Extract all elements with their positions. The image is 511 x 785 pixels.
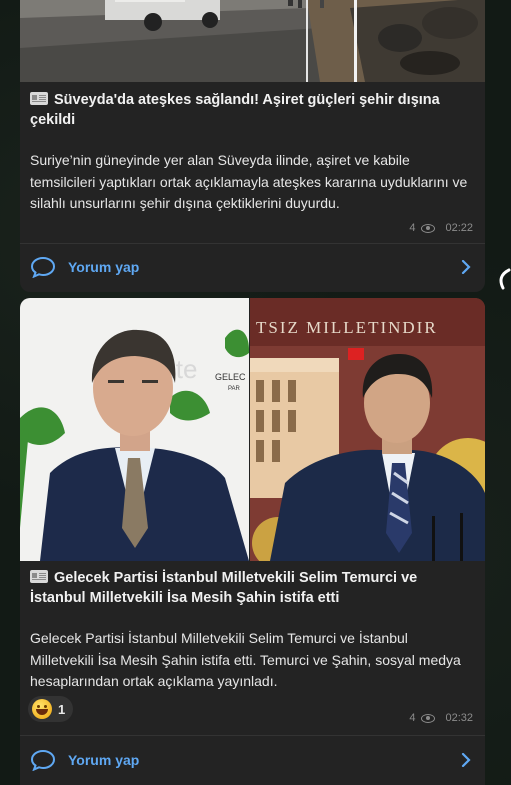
eye-icon — [421, 223, 436, 233]
post-photo[interactable]: GELEC PAR ite TSIZ MILLETINDIR — [20, 298, 485, 561]
grinning-face-icon — [32, 699, 52, 719]
comment-button[interactable]: Yorum yap — [20, 247, 485, 287]
banner-text: TSIZ MILLETINDIR — [256, 318, 438, 337]
comment-button[interactable]: Yorum yap — [20, 740, 485, 780]
eye-icon — [421, 713, 436, 723]
share-arrow-icon[interactable] — [497, 268, 511, 290]
politicians-image: GELEC PAR ite TSIZ MILLETINDIR — [20, 298, 485, 561]
post-photo[interactable] — [20, 0, 485, 82]
post-meta: 4 02:32 — [409, 712, 473, 724]
post-title-text: Gelecek Partisi İstanbul Milletvekili Se… — [30, 570, 418, 606]
chevron-right-icon — [461, 260, 471, 274]
post-title: Gelecek Partisi İstanbul Milletvekili Se… — [20, 568, 485, 608]
post-body: Suriye’nin güneyinde yer alan Süveyda il… — [30, 152, 468, 211]
post-meta: 4 02:22 — [409, 222, 473, 234]
post-time: 02:22 — [445, 222, 473, 234]
divider — [20, 243, 485, 244]
reaction-count: 1 — [58, 701, 66, 717]
view-count: 4 — [409, 712, 416, 724]
gelecek-logo-text: GELEC — [215, 372, 246, 382]
post-title: Süveyda'da ateşkes sağlandı! Aşiret güçl… — [20, 90, 485, 130]
road-scene-image — [20, 0, 485, 82]
gelecek-logo-subtext: PAR — [228, 386, 241, 392]
channel-post: GELEC PAR ite TSIZ MILLETINDIR Gelecek P… — [20, 298, 485, 785]
newspaper-icon — [30, 570, 48, 583]
post-title-text: Süveyda'da ateşkes sağlandı! Aşiret güçl… — [30, 92, 440, 128]
reaction-chip[interactable]: 1 — [28, 696, 74, 722]
comment-bubble-icon — [30, 749, 56, 771]
channel-post: Süveyda'da ateşkes sağlandı! Aşiret güçl… — [20, 0, 485, 292]
divider — [20, 735, 485, 736]
comment-bubble-icon — [30, 256, 56, 278]
comment-label: Yorum yap — [68, 752, 140, 768]
view-count: 4 — [409, 222, 416, 234]
newspaper-icon — [30, 92, 48, 105]
comment-label: Yorum yap — [68, 259, 140, 275]
post-body: Gelecek Partisi İstanbul Milletvekili Se… — [30, 630, 461, 689]
chevron-right-icon — [461, 753, 471, 767]
post-time: 02:32 — [445, 712, 473, 724]
